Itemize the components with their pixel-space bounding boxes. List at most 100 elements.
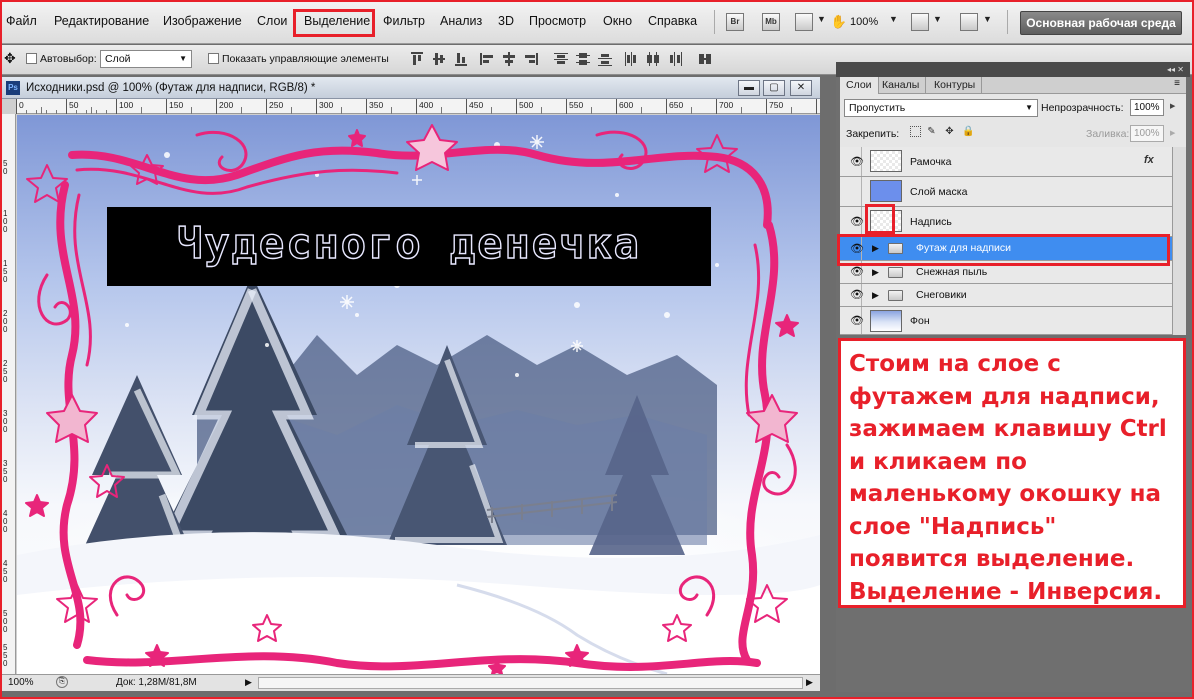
chevron-down-icon[interactable]: ▼ [933, 14, 942, 24]
align-bottom-icon[interactable] [453, 51, 469, 67]
horizontal-scrollbar[interactable] [258, 677, 803, 689]
layer-effects-icon[interactable]: fx [1144, 154, 1154, 166]
distribute-hcenter-icon[interactable] [645, 51, 661, 67]
align-right-icon[interactable] [523, 51, 539, 67]
layer-row[interactable]: 👁 ▶ Снеговики [840, 284, 1172, 307]
zoom-level[interactable]: 100% [850, 16, 878, 28]
opacity-field[interactable]: 100% [1130, 99, 1164, 116]
layer-thumbnail[interactable] [870, 180, 902, 202]
distribute-vcenter-icon[interactable] [575, 51, 591, 67]
auto-select-checkbox[interactable] [26, 53, 37, 64]
workspace-button[interactable]: Основная рабочая среда [1020, 11, 1182, 35]
move-tool-icon[interactable]: ✥ [4, 50, 16, 67]
menu-layer[interactable]: Слои [257, 14, 287, 28]
show-controls-label: Показать управляющие элементы [222, 53, 389, 65]
distribute-bottom-icon[interactable] [597, 51, 613, 67]
menu-analysis[interactable]: Анализ [440, 14, 482, 28]
opacity-label: Непрозрачность: [1041, 102, 1124, 114]
arrange-documents-icon[interactable] [911, 13, 929, 31]
menu-3d[interactable]: 3D [498, 14, 514, 28]
expand-arrow-icon[interactable]: ▶ [872, 267, 879, 278]
visibility-toggle[interactable] [844, 177, 862, 206]
menu-file[interactable]: Файл [6, 14, 37, 28]
ruler-label: 4 5 0 [3, 559, 8, 584]
visibility-toggle[interactable]: 👁 [844, 207, 864, 236]
close-button[interactable]: ✕ [790, 80, 812, 96]
layer-row[interactable]: 👁 Рамочка fx [840, 147, 1172, 177]
tab-paths[interactable]: Контуры [928, 77, 983, 94]
ruler-label: 3 0 0 [3, 409, 8, 434]
ruler-label: 2 0 0 [3, 309, 8, 334]
ruler-label: 350 [369, 100, 384, 110]
layers-scrollbar[interactable] [1172, 147, 1186, 335]
lock-position-icon[interactable]: ✥ [944, 126, 955, 137]
panel-dock-bottom [836, 610, 1190, 692]
distribute-right-icon[interactable] [667, 51, 683, 67]
ruler-label: 1 5 0 [3, 259, 8, 284]
ruler-label: 100 [119, 100, 134, 110]
auto-select-label: Автовыбор: [40, 53, 97, 65]
ruler-label: 5 5 0 [3, 643, 8, 668]
panel-menu-icon[interactable]: ≡ [1174, 78, 1180, 89]
screen-mode-icon[interactable] [960, 13, 978, 31]
ruler-label: 300 [319, 100, 334, 110]
minimize-button[interactable]: ▬ [738, 80, 760, 96]
chevron-down-icon[interactable]: ▼ [983, 14, 992, 24]
status-menu-icon[interactable]: ⎘ [56, 676, 68, 688]
layer-row[interactable]: 👁 Фон [840, 307, 1172, 335]
bridge-icon[interactable]: Br [726, 13, 744, 31]
document-titlebar[interactable]: Ps Исходники.psd @ 100% (Футаж для надпи… [0, 77, 820, 99]
fill-field[interactable]: 100% [1130, 125, 1164, 142]
chevron-down-icon[interactable]: ▼ [889, 14, 898, 24]
ruler-label: 200 [219, 100, 234, 110]
lock-all-icon[interactable]: 🔒 [962, 126, 974, 137]
menu-image[interactable]: Изображение [163, 14, 242, 28]
ruler-label: 50 [69, 100, 79, 110]
winter-scene-artwork [17, 124, 820, 674]
lock-paint-icon[interactable]: ✎ [926, 126, 937, 137]
opacity-slider-arrow[interactable]: ▶ [1170, 102, 1175, 110]
scroll-right-icon[interactable]: ▶ [806, 677, 813, 688]
tab-layers[interactable]: Слои [840, 77, 879, 94]
tab-channels[interactable]: Каналы [876, 77, 927, 94]
align-top-icon[interactable] [409, 51, 425, 67]
expand-arrow-icon[interactable]: ▶ [872, 290, 879, 301]
menu-filter[interactable]: Фильтр [383, 14, 425, 28]
layer-thumbnail[interactable] [870, 310, 902, 332]
panel-collapse-bar[interactable]: ◂◂ ✕ [836, 62, 1190, 77]
auto-align-icon[interactable] [697, 51, 713, 67]
eye-icon: 👁 [850, 289, 864, 301]
extras-icon[interactable] [795, 13, 813, 31]
menu-window[interactable]: Окно [603, 14, 632, 28]
layer-name: Снеговики [916, 289, 967, 301]
minibridge-icon[interactable]: Mb [762, 13, 780, 31]
auto-select-dropdown[interactable]: Слой ▼ [100, 50, 192, 68]
visibility-toggle[interactable]: 👁 [844, 307, 864, 334]
menu-view[interactable]: Просмотр [529, 14, 586, 28]
align-vcenter-icon[interactable] [431, 51, 447, 67]
layer-row[interactable]: Слой маска [840, 177, 1172, 207]
visibility-toggle[interactable]: 👁 [844, 147, 864, 176]
align-left-icon[interactable] [479, 51, 495, 67]
image-canvas[interactable]: Чудесного денечка [17, 115, 820, 674]
fill-slider-arrow[interactable]: ▶ [1170, 129, 1175, 137]
distribute-left-icon[interactable] [623, 51, 639, 67]
lock-transparency-icon[interactable] [910, 126, 921, 137]
maximize-button[interactable]: ▢ [763, 80, 785, 96]
instruction-callout: Стоим на слое с футажем для надписи, заж… [838, 338, 1186, 608]
blend-mode-dropdown[interactable]: Пропустить ▼ [844, 99, 1038, 117]
status-arrow-icon[interactable]: ▶ [245, 677, 252, 688]
menu-help[interactable]: Справка [648, 14, 697, 28]
ruler-label: 5 0 [3, 159, 8, 176]
ruler-label: 750 [769, 100, 784, 110]
visibility-toggle[interactable]: 👁 [844, 284, 864, 306]
menu-edit[interactable]: Редактирование [54, 14, 149, 28]
show-controls-checkbox[interactable] [208, 53, 219, 64]
chevron-down-icon[interactable]: ▼ [817, 14, 826, 24]
align-hcenter-icon[interactable] [501, 51, 517, 67]
layer-thumbnail[interactable] [870, 150, 902, 172]
hand-icon[interactable]: ✋ [830, 13, 848, 31]
distribute-top-icon[interactable] [553, 51, 569, 67]
status-zoom[interactable]: 100% [8, 677, 34, 688]
blend-mode-value: Пропустить [849, 102, 906, 114]
